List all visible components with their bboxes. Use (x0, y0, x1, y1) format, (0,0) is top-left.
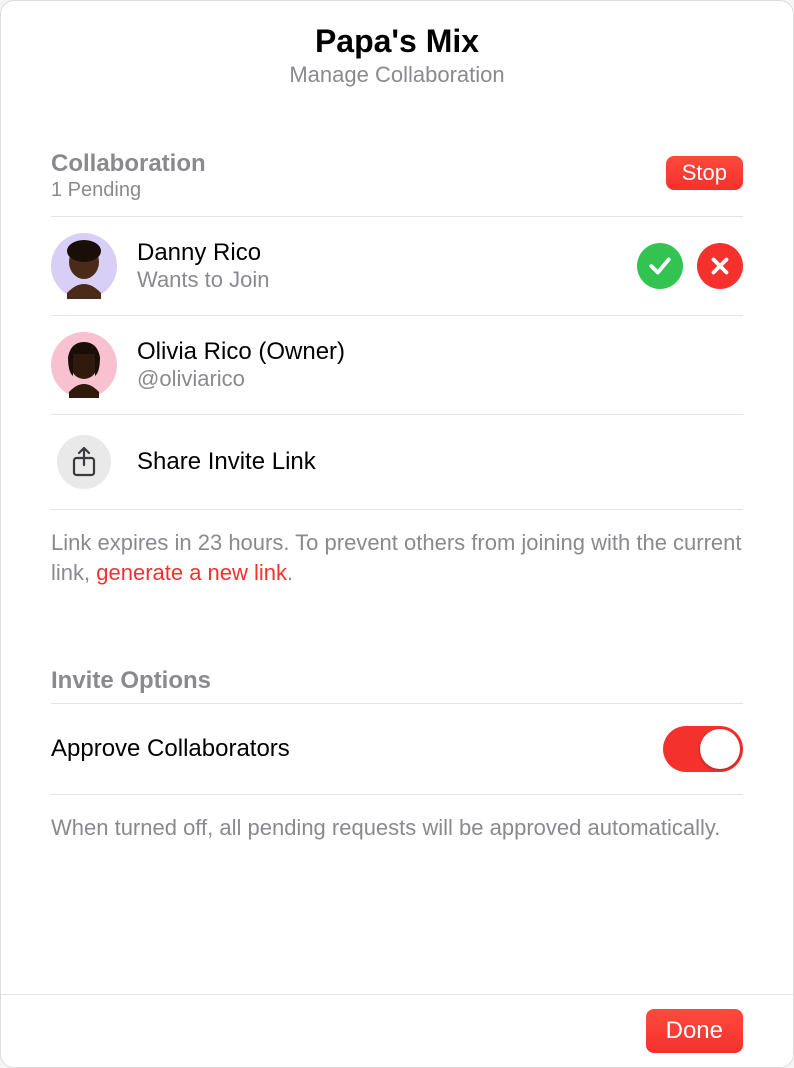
invite-options-section-title: Invite Options (51, 667, 743, 703)
content: Collaboration 1 Pending Stop Danny Rico … (1, 150, 793, 843)
footer: Done (1, 994, 793, 1067)
collaborator-info: Danny Rico Wants to Join (137, 239, 637, 293)
memoji-icon (51, 233, 117, 299)
manage-collaboration-window: Papa's Mix Manage Collaboration Collabor… (0, 0, 794, 1068)
approve-button[interactable] (637, 243, 683, 289)
share-invite-link-row[interactable]: Share Invite Link (51, 415, 743, 509)
pending-actions (637, 243, 743, 289)
window-title: Papa's Mix (1, 23, 793, 60)
avatar (51, 233, 117, 299)
collaborator-status: Wants to Join (137, 267, 637, 293)
collaborator-name: Danny Rico (137, 239, 637, 267)
collaborator-name: Olivia Rico (Owner) (137, 338, 743, 366)
collaborator-handle: @oliviarico (137, 366, 743, 392)
memoji-icon (51, 332, 117, 398)
generate-new-link[interactable]: generate a new link (96, 560, 287, 585)
pending-count: 1 Pending (51, 179, 206, 202)
link-expiry-info: Link expires in 23 hours. To prevent oth… (51, 528, 743, 587)
approve-collaborators-toggle[interactable] (663, 726, 743, 772)
header: Papa's Mix Manage Collaboration (1, 1, 793, 100)
stop-button[interactable]: Stop (666, 156, 743, 190)
reject-button[interactable] (697, 243, 743, 289)
divider (51, 794, 743, 795)
done-button[interactable]: Done (646, 1009, 743, 1053)
divider (51, 509, 743, 510)
approve-collaborators-label: Approve Collaborators (51, 735, 290, 763)
x-icon (707, 253, 733, 279)
collaboration-section-header: Collaboration 1 Pending Stop (51, 150, 743, 216)
avatar (51, 332, 117, 398)
share-invite-link-label: Share Invite Link (137, 448, 316, 476)
approve-collaborators-help: When turned off, all pending requests wi… (51, 813, 743, 843)
share-icon (57, 435, 111, 489)
collaboration-section-title: Collaboration (51, 150, 206, 178)
approve-collaborators-row: Approve Collaborators (51, 704, 743, 794)
collaborator-info: Olivia Rico (Owner) @oliviarico (137, 338, 743, 392)
window-subtitle: Manage Collaboration (1, 62, 793, 88)
collaborator-row: Danny Rico Wants to Join (51, 217, 743, 315)
collaborator-row: Olivia Rico (Owner) @oliviarico (51, 316, 743, 414)
checkmark-icon (647, 253, 673, 279)
